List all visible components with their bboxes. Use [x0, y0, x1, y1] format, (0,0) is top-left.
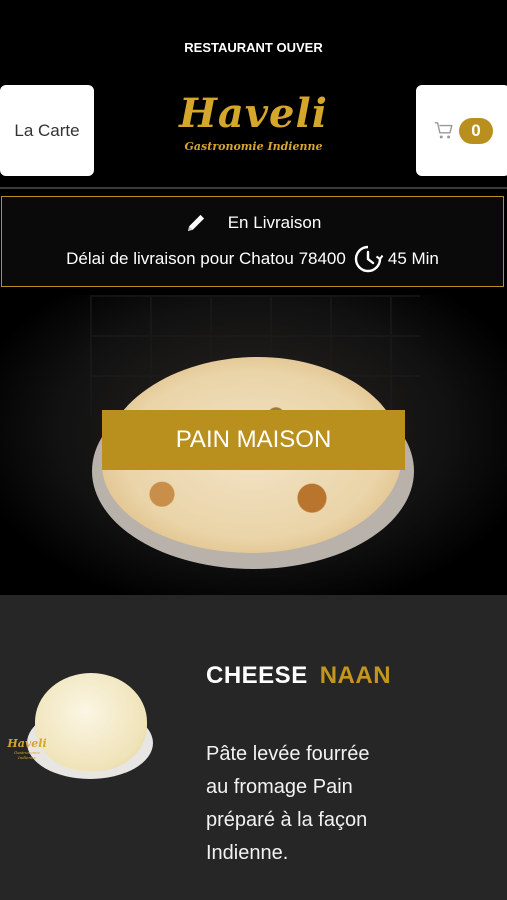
status-text: RESTAURANT OUVER	[184, 40, 323, 55]
product-title[interactable]: CHEESE NAAN	[206, 662, 391, 690]
logo: Haveli Gastronomie Indienne	[140, 88, 367, 168]
product-image-logo: Haveli Gastronomie Indienne	[7, 737, 47, 760]
delivery-delay-row: Délai de livraison pour Chatou 78400 45 …	[2, 243, 503, 275]
logo-title: Haveli	[179, 90, 328, 137]
product-image-naan	[35, 673, 147, 771]
cart-count-badge: 0	[459, 117, 493, 144]
delivery-mode-row: En Livraison	[2, 211, 503, 235]
delivery-info-box[interactable]: En Livraison Délai de livraison pour Cha…	[1, 196, 504, 287]
header-divider	[0, 187, 507, 189]
product-description: Pâte levée fourrée au fromage Pain prépa…	[206, 743, 370, 864]
product-image-logo-title: Haveli	[7, 737, 47, 750]
carte-button-label: La Carte	[14, 120, 80, 140]
delivery-mode-label: En Livraison	[227, 213, 322, 232]
carte-button[interactable]: La Carte	[0, 85, 94, 176]
delivery-delay-time: 45 Min	[387, 249, 439, 268]
category-banner[interactable]: PAIN MAISON	[102, 410, 405, 470]
delivery-delay-label: Délai de livraison pour Chatou 78400	[66, 249, 346, 268]
hero-category-card[interactable]: PAIN MAISON	[0, 295, 507, 595]
product-image-logo-subtitle: Gastronomie Indienne	[14, 750, 40, 760]
cart-icon	[434, 121, 453, 138]
logo-subtitle: Gastronomie Indienne	[184, 140, 323, 153]
pencil-icon[interactable]	[184, 211, 208, 235]
product-title-word2: NAAN	[319, 662, 392, 689]
cart-button[interactable]: 0	[416, 85, 507, 176]
product-title-word1: CHEESE	[206, 662, 308, 689]
clock-icon	[354, 245, 384, 273]
product-image[interactable]: Haveli Gastronomie Indienne	[5, 667, 155, 782]
product-section: Haveli Gastronomie Indienne CHEESE NAAN P…	[0, 595, 507, 900]
